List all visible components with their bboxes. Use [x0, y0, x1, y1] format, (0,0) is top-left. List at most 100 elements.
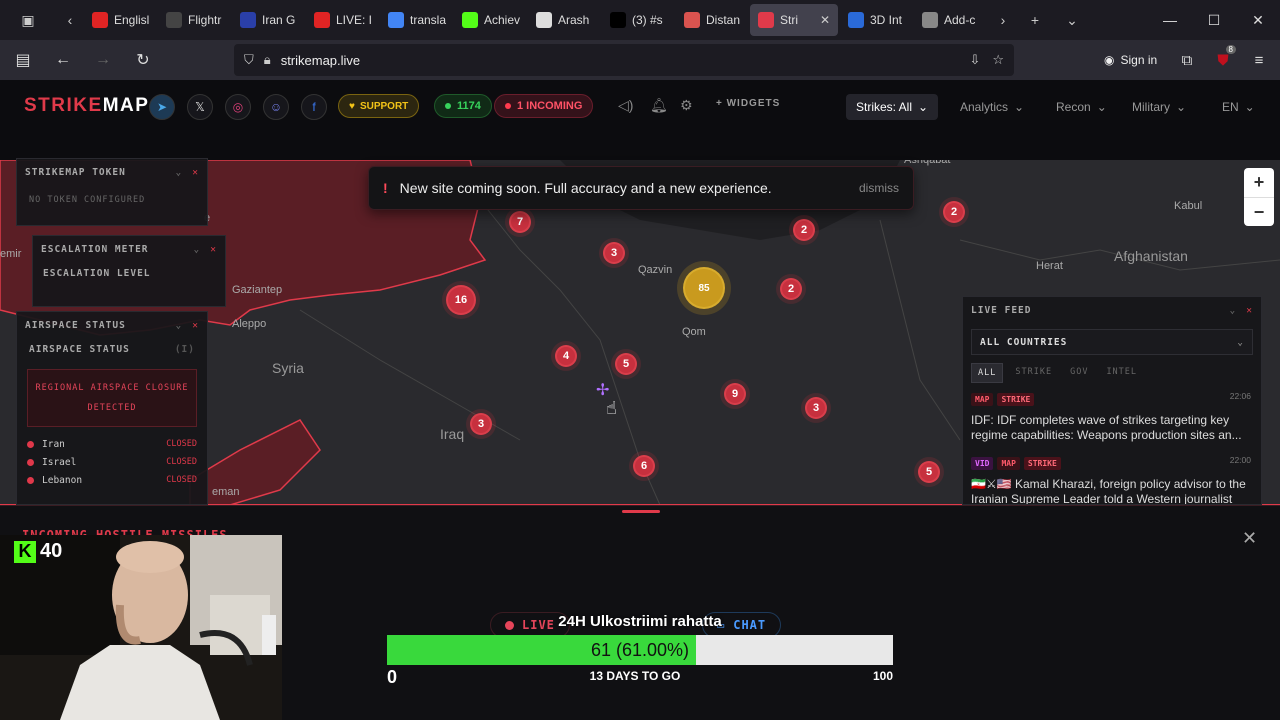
header-menu-2[interactable]: Recon ⌄	[1046, 94, 1117, 120]
feed-tag: MAP	[997, 457, 1020, 470]
x-twitter-icon[interactable]: 𝕏	[187, 94, 213, 120]
dock-close-icon[interactable]: ✕	[1242, 528, 1257, 549]
browser-tab[interactable]: transla	[380, 4, 452, 36]
online-count-badge[interactable]: 1174	[434, 94, 492, 118]
strike-cluster[interactable]: 16	[446, 285, 476, 315]
browser-tab[interactable]: Englisl	[84, 4, 156, 36]
strikemap-logo[interactable]: STRIKEMAP	[24, 95, 149, 117]
strike-cluster[interactable]: 7	[509, 211, 531, 233]
header-menu-3[interactable]: Military ⌄	[1122, 94, 1196, 120]
new-tab-icon[interactable]: +	[1018, 0, 1052, 40]
strike-cluster[interactable]: 5	[615, 353, 637, 375]
feed-tag: MAP	[971, 393, 994, 406]
extension-badge: 8	[1225, 45, 1236, 54]
ublock-extension-icon[interactable]: ⛊ 8	[1206, 43, 1240, 77]
feed-filter-all[interactable]: ALL	[971, 363, 1004, 383]
browser-tab[interactable]: Distan	[676, 4, 748, 36]
browser-tab[interactable]: Arash	[528, 4, 600, 36]
strike-cluster[interactable]: 4	[555, 345, 577, 367]
feed-item[interactable]: MAP STRIKE 22:06 IDF: IDF completes wave of…	[963, 383, 1261, 447]
telegram-icon[interactable]: ➤	[149, 94, 175, 120]
strikemap-token-panel: STRIKEMAP TOKEN ⌄ ✕ NO TOKEN CONFIGURED	[16, 158, 208, 226]
feed-item[interactable]: VID MAP STRIKE 22:00 🇮🇷⚔🇺🇸 Kamal Kharazi, fo…	[963, 447, 1261, 504]
strike-cluster[interactable]: 6	[633, 455, 655, 477]
settings-gear-icon[interactable]: ⚙	[680, 97, 693, 114]
drone-marker-icon[interactable]: ✢	[596, 380, 609, 400]
collapse-icon[interactable]: ⌄	[176, 320, 183, 331]
discord-icon[interactable]: ☺	[263, 94, 289, 120]
tab-label: Achiev	[484, 13, 521, 27]
strike-cluster[interactable]: 5	[918, 461, 940, 483]
feed-filter-gov[interactable]: GOV	[1064, 363, 1094, 383]
browser-tab[interactable]: (3) #s	[602, 4, 674, 36]
status-dot-icon	[27, 476, 34, 484]
map-place-label: Ashqabat	[904, 160, 951, 166]
incoming-badge[interactable]: 1 INCOMING	[494, 94, 594, 118]
browser-tab[interactable]: Flightr	[158, 4, 230, 36]
zoom-out-button[interactable]: −	[1244, 197, 1274, 226]
live-dot-icon	[505, 620, 514, 630]
collapse-icon[interactable]: ⌄	[1230, 305, 1237, 316]
dismiss-button[interactable]: dismiss	[859, 181, 899, 195]
collapse-icon[interactable]: ⌄	[176, 167, 183, 178]
strike-cluster[interactable]: 85	[683, 267, 725, 309]
header-menu-4[interactable]: EN ⌄	[1212, 94, 1265, 120]
support-button[interactable]: ♥ SUPPORT	[338, 94, 420, 118]
strike-cluster[interactable]: 3	[805, 397, 827, 419]
instagram-icon[interactable]: ◎	[225, 94, 251, 120]
forward-icon[interactable]: →	[86, 43, 120, 77]
lock-icon[interactable]: 🔒︎	[264, 52, 271, 68]
extensions-icon[interactable]: ⧉	[1170, 43, 1204, 77]
browser-tab[interactable]: LIVE: I	[306, 4, 378, 36]
sound-icon[interactable]: ◁)	[618, 97, 633, 114]
header-menu-1[interactable]: Analytics ⌄	[950, 94, 1034, 120]
feed-filter-strike[interactable]: STRIKE	[1009, 363, 1058, 383]
url-bar[interactable]: ⛉ 🔒︎ strikemap.live ⇩ ☆	[234, 44, 1014, 76]
feed-filter-intel[interactable]: INTEL	[1100, 363, 1143, 383]
widgets-button[interactable]: + WIDGETS	[716, 98, 780, 109]
airspace-subheader: AIRSPACE STATUS (I)	[17, 338, 207, 361]
strike-cluster[interactable]: 3	[470, 413, 492, 435]
strike-cluster[interactable]: 9	[724, 383, 746, 405]
dock-drag-handle[interactable]	[622, 510, 660, 513]
goal-max: 100	[873, 669, 894, 683]
reload-icon[interactable]: ↻	[126, 43, 160, 77]
strike-cluster[interactable]: 2	[793, 219, 815, 241]
collapse-icon[interactable]: ⌄	[194, 244, 201, 255]
maximize-icon[interactable]: ☐	[1192, 0, 1236, 40]
bell-icon[interactable]: 🔔︎	[650, 97, 668, 114]
close-icon[interactable]: ✕	[192, 167, 199, 178]
bookmark-star-icon[interactable]: ☆	[992, 52, 1004, 68]
facebook-icon[interactable]: f	[301, 94, 327, 120]
strike-cluster[interactable]: 3	[603, 242, 625, 264]
tab-overview-icon[interactable]: ▣	[0, 0, 56, 40]
browser-tab[interactable]: 3D Int	[840, 4, 912, 36]
close-window-icon[interactable]: ✕	[1236, 0, 1280, 40]
browser-tab[interactable]: Iran G	[232, 4, 304, 36]
sign-in-button[interactable]: ◉ Sign in	[1096, 47, 1165, 73]
close-icon[interactable]: ✕	[210, 244, 217, 255]
tabs-scroll-left-icon[interactable]: ‹	[56, 0, 84, 40]
tracking-shield-icon[interactable]: ⛉	[244, 52, 254, 68]
back-icon[interactable]: ←	[46, 43, 80, 77]
tabs-scroll-right-icon[interactable]: ›	[988, 0, 1018, 40]
menu-label: Military	[1132, 100, 1170, 114]
header-menu-0[interactable]: Strikes: All ⌄	[846, 94, 939, 120]
country-select[interactable]: ALL COUNTRIES ⌄	[971, 329, 1253, 355]
url-text[interactable]: strikemap.live	[281, 53, 360, 68]
minimize-icon[interactable]: —	[1148, 0, 1192, 40]
save-page-icon[interactable]: ⇩	[969, 52, 980, 68]
close-icon[interactable]: ✕	[192, 320, 199, 331]
tab-list-icon[interactable]: ⌄	[1052, 0, 1092, 40]
browser-tab[interactable]: Stri ✕	[750, 4, 838, 36]
sidebar-toggle-icon[interactable]: ▤	[6, 43, 40, 77]
map-place-label: Iraq	[440, 426, 465, 442]
browser-tab[interactable]: Add-c	[914, 4, 986, 36]
strike-cluster[interactable]: 2	[780, 278, 802, 300]
browser-tab[interactable]: Achiev	[454, 4, 526, 36]
zoom-in-button[interactable]: +	[1244, 168, 1274, 197]
app-menu-icon[interactable]: ≡	[1242, 43, 1276, 77]
close-icon[interactable]: ✕	[1246, 305, 1253, 316]
tab-close-icon[interactable]: ✕	[820, 13, 830, 27]
strike-cluster[interactable]: 2	[943, 201, 965, 223]
